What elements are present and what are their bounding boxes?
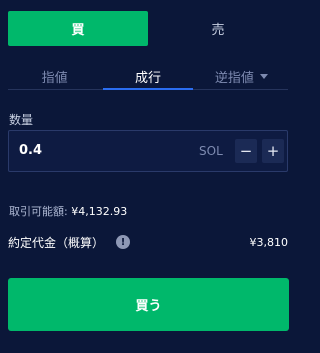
tab-market[interactable]: 成行 — [101, 63, 194, 90]
quantity-label: 数量 — [9, 113, 34, 127]
quantity-unit: SOL — [199, 144, 223, 158]
tab-limit-label: 指値 — [41, 70, 68, 86]
tab-limit[interactable]: 指値 — [8, 63, 101, 89]
tab-market-label: 成行 — [134, 70, 161, 86]
available-value: ¥4,132.93 — [71, 205, 128, 218]
decrement-button[interactable]: − — [235, 139, 257, 163]
estimated-total-row: 約定代金（概算） ! ¥3,810 — [8, 232, 288, 252]
quantity-field[interactable]: 0.4 SOL − + — [8, 130, 288, 172]
buy-submit-button[interactable]: 買う — [8, 278, 289, 331]
info-icon[interactable]: ! — [116, 235, 131, 249]
order-panel: 買 売 指値 成行 逆指値 数量 0.4 SOL − + 取引可能額: ¥4,1… — [0, 0, 297, 353]
tab-stop[interactable]: 逆指値 — [195, 63, 288, 89]
estimated-total-label: 約定代金（概算） — [8, 235, 105, 250]
order-type-tabs: 指値 成行 逆指値 — [8, 63, 288, 90]
buy-side-button[interactable]: 買 — [8, 11, 148, 46]
estimated-total-value: ¥3,810 — [249, 235, 289, 249]
sell-side-button[interactable]: 売 — [148, 11, 288, 46]
chevron-down-icon — [259, 73, 268, 79]
buy-sell-toggle: 買 売 — [8, 11, 289, 46]
quantity-input[interactable]: 0.4 — [19, 143, 42, 158]
available-label: 取引可能額: — [9, 205, 68, 218]
increment-button[interactable]: + — [262, 139, 284, 163]
tab-stop-label: 逆指値 — [214, 70, 254, 86]
available-amount: 取引可能額: ¥4,132.93 — [9, 203, 127, 219]
